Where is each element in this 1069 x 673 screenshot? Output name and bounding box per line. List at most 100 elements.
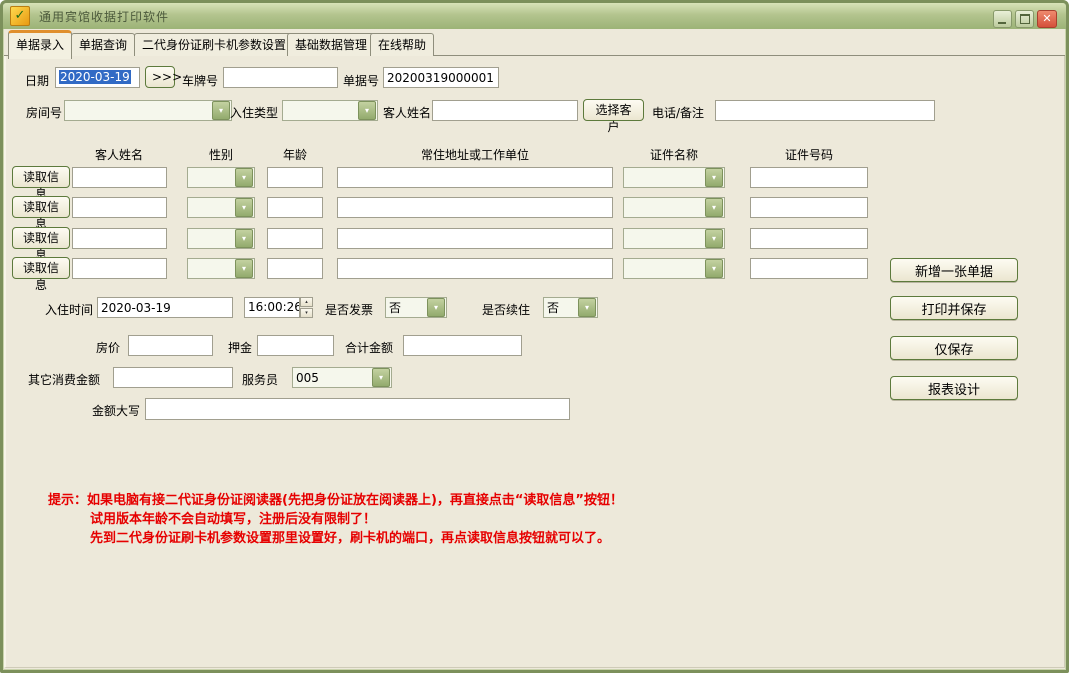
amount-words-label: 金额大写 <box>92 402 140 419</box>
guest-row-id-number-input[interactable] <box>750 197 868 218</box>
print-save-button[interactable]: 打印并保存 <box>890 296 1018 320</box>
guest-row-name-input[interactable] <box>72 197 167 218</box>
chevron-down-icon[interactable] <box>235 168 253 187</box>
app-logo-check-icon: ✓ <box>10 6 30 26</box>
receipt-no-input[interactable] <box>383 67 499 88</box>
tab-receipt-query[interactable]: 单据查询 <box>71 33 135 56</box>
guest-row-age-input[interactable] <box>267 197 323 218</box>
read-info-button[interactable]: 读取信息 <box>12 196 70 218</box>
title-bar: ✓ 通用宾馆收据打印软件 ✕ <box>3 3 1066 29</box>
chevron-down-icon[interactable] <box>705 229 723 248</box>
chevron-down-icon[interactable] <box>235 259 253 278</box>
tab-id-reader-settings[interactable]: 二代身份证刷卡机参数设置 <box>134 33 294 56</box>
phone-input[interactable] <box>715 100 935 121</box>
stay-type-select[interactable] <box>282 100 378 121</box>
checkin-time-label: 入住时间 <box>45 301 93 318</box>
guest-row-age-input[interactable] <box>267 228 323 249</box>
header-id-number: 证件号码 <box>750 146 868 163</box>
tab-receipt-entry[interactable]: 单据录入 <box>8 30 72 59</box>
guest-row-id-number-input[interactable] <box>750 228 868 249</box>
guest-row-age-input[interactable] <box>267 258 323 279</box>
header-address: 常住地址或工作单位 <box>337 146 613 163</box>
guest-row-id-type-select[interactable] <box>623 258 725 279</box>
other-fee-input[interactable] <box>113 367 233 388</box>
header-guest-name: 客人姓名 <box>71 146 167 163</box>
chevron-down-icon[interactable] <box>427 298 445 317</box>
price-label: 房价 <box>96 339 120 356</box>
hint-line-3: 先到二代身份证刷卡机参数设置那里设置好，刷卡机的端口，再点读取信息按钮就可以了。 <box>90 529 623 548</box>
chevron-down-icon[interactable] <box>372 368 390 387</box>
chevron-down-icon[interactable] <box>705 198 723 217</box>
guest-row-age-input[interactable] <box>267 167 323 188</box>
new-receipt-button[interactable]: 新增一张单据 <box>890 258 1018 282</box>
spin-down-icon[interactable] <box>300 308 313 318</box>
maximize-icon <box>1020 14 1030 24</box>
maximize-button[interactable] <box>1015 10 1034 28</box>
chevron-down-icon[interactable] <box>578 298 596 317</box>
checkin-date-input[interactable] <box>97 297 233 318</box>
guest-row-name-input[interactable] <box>72 258 167 279</box>
chevron-down-icon[interactable] <box>705 168 723 187</box>
date-picker-button[interactable]: >>> <box>145 66 175 88</box>
guest-row-id-type-select[interactable] <box>623 228 725 249</box>
tab-online-help[interactable]: 在线帮助 <box>370 33 434 56</box>
deposit-input[interactable] <box>257 335 334 356</box>
waiter-select[interactable]: 005 <box>292 367 392 388</box>
plate-input[interactable] <box>223 67 338 88</box>
chevron-down-icon[interactable] <box>235 229 253 248</box>
guest-row-address-input[interactable] <box>337 197 613 218</box>
read-info-button[interactable]: 读取信息 <box>12 227 70 249</box>
tab-base-data[interactable]: 基础数据管理 <box>287 33 375 56</box>
guest-row-id-type-select[interactable] <box>623 167 725 188</box>
app-window: ✓ 通用宾馆收据打印软件 ✕ 单据录入 单据查询 二代身份证刷卡机参数设置 基础… <box>0 0 1069 673</box>
guest-name-input[interactable] <box>432 100 578 121</box>
room-select[interactable] <box>64 100 232 121</box>
checkin-clock-field[interactable]: 16:00:26 <box>244 297 300 318</box>
date-field[interactable]: 2020-03-19 <box>55 67 140 88</box>
guest-row-name-input[interactable] <box>72 228 167 249</box>
window-title: 通用宾馆收据打印软件 <box>39 8 169 25</box>
guest-row-name-input[interactable] <box>72 167 167 188</box>
amount-words-input[interactable] <box>145 398 570 420</box>
guest-row-gender-select[interactable] <box>187 258 255 279</box>
chevron-down-icon[interactable] <box>212 101 230 120</box>
read-info-button[interactable]: 读取信息 <box>12 257 70 279</box>
chevron-down-icon[interactable] <box>235 198 253 217</box>
header-id-type: 证件名称 <box>623 146 725 163</box>
guest-row-id-number-input[interactable] <box>750 167 868 188</box>
deposit-label: 押金 <box>228 339 252 356</box>
renew-select[interactable]: 否 <box>543 297 598 318</box>
guest-row-address-input[interactable] <box>337 258 613 279</box>
chevron-down-icon[interactable] <box>358 101 376 120</box>
chevron-down-icon[interactable] <box>705 259 723 278</box>
guest-row-gender-select[interactable] <box>187 197 255 218</box>
room-label: 房间号 <box>26 104 62 121</box>
spin-up-icon[interactable] <box>300 297 313 307</box>
renew-label: 是否续住 <box>482 301 530 318</box>
window-controls: ✕ <box>993 10 1057 28</box>
hint-text: 提示：如果电脑有接二代证身份证阅读器(先把身份证放在阅读器上)，再直接点击“读取… <box>48 491 623 548</box>
hint-line-2: 试用版本年龄不会自动填写，注册后没有限制了！ <box>90 510 623 529</box>
guest-row-address-input[interactable] <box>337 228 613 249</box>
guest-row-gender-select[interactable] <box>187 228 255 249</box>
price-input[interactable] <box>128 335 213 356</box>
guest-row-gender-select[interactable] <box>187 167 255 188</box>
total-input[interactable] <box>403 335 522 356</box>
plate-label: 车牌号 <box>182 72 218 89</box>
invoice-label: 是否发票 <box>325 301 373 318</box>
guest-name-label: 客人姓名 <box>383 104 431 121</box>
clock-spinner <box>300 297 313 318</box>
save-only-button[interactable]: 仅保存 <box>890 336 1018 360</box>
guest-row-id-type-select[interactable] <box>623 197 725 218</box>
read-info-button[interactable]: 读取信息 <box>12 166 70 188</box>
select-customer-button[interactable]: 选择客户 <box>583 99 644 121</box>
guest-row-address-input[interactable] <box>337 167 613 188</box>
report-design-button[interactable]: 报表设计 <box>890 376 1018 400</box>
guest-row-id-number-input[interactable] <box>750 258 868 279</box>
renew-value: 否 <box>544 299 559 316</box>
total-label: 合计金额 <box>345 339 393 356</box>
date-label: 日期 <box>25 72 49 89</box>
minimize-button[interactable] <box>993 10 1012 28</box>
close-button[interactable]: ✕ <box>1037 10 1057 28</box>
invoice-select[interactable]: 否 <box>385 297 447 318</box>
